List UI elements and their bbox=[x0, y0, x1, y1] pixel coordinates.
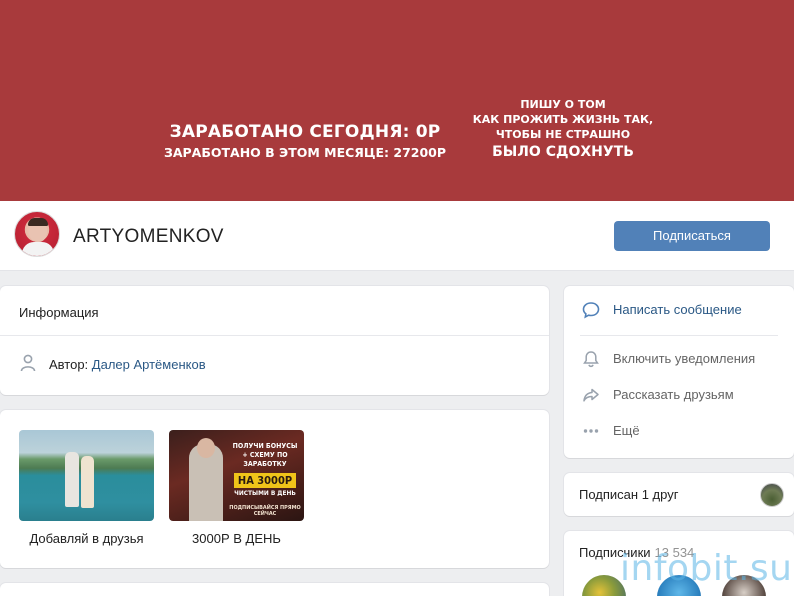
chat-bubble-icon bbox=[582, 302, 600, 319]
cover-banner: ЗАРАБОТАНО СЕГОДНЯ: 0Р ЗАРАБОТАНО В ЭТОМ… bbox=[0, 0, 794, 201]
author-link[interactable]: Далер Артёменков bbox=[92, 357, 206, 372]
profile-header: ARTYOMENKOV Подписаться bbox=[0, 201, 794, 271]
actions-card: Написать сообщение Включить уведомления … bbox=[564, 286, 794, 458]
notifications-action[interactable]: Включить уведомления bbox=[564, 347, 794, 371]
watermark: infobit.su bbox=[620, 548, 793, 589]
cover-slogan-line3: ЧТОБЫ НЕ СТРАШНО bbox=[495, 128, 631, 141]
share-arrow-icon bbox=[583, 388, 599, 402]
albums-card: Добавляй в друзья ПОЛУЧИ БОНУСЫ + СХЕМУ … bbox=[0, 410, 549, 568]
group-avatar[interactable] bbox=[14, 211, 60, 257]
avatar-hair bbox=[28, 218, 48, 226]
subscribe-button[interactable]: Подписаться bbox=[614, 221, 770, 251]
cover-slogan-line4: БЫЛО СДОХНУТЬ bbox=[492, 144, 634, 160]
friends-label[interactable]: Подписан 1 друг bbox=[579, 487, 678, 502]
promo-line: + СХЕМУ ПО ЗАРАБОТКУ bbox=[242, 451, 288, 468]
album-label[interactable]: 3000Р В ДЕНЬ bbox=[169, 531, 304, 546]
album-item[interactable]: ПОЛУЧИ БОНУСЫ + СХЕМУ ПО ЗАРАБОТКУ НА 30… bbox=[169, 430, 304, 546]
next-card bbox=[0, 583, 549, 596]
action-label[interactable]: Написать сообщение bbox=[613, 302, 742, 317]
promo-text: ПОЛУЧИ БОНУСЫ + СХЕМУ ПО ЗАРАБОТКУ НА 30… bbox=[227, 442, 303, 517]
album-thumbnail-promo[interactable]: ПОЛУЧИ БОНУСЫ + СХЕМУ ПО ЗАРАБОТКУ НА 30… bbox=[169, 430, 304, 521]
info-card: Информация Автор: Далер Артёменков bbox=[0, 286, 549, 395]
cover-slogan-line1: ПИШУ О ТОМ bbox=[520, 98, 606, 111]
divider bbox=[580, 335, 778, 336]
send-message-action[interactable]: Написать сообщение bbox=[564, 298, 794, 322]
action-label[interactable]: Рассказать друзьям bbox=[613, 387, 734, 402]
cover-slogan-line2: КАК ПРОЖИТЬ ЖИЗНЬ ТАК, bbox=[472, 113, 654, 126]
user-icon bbox=[20, 354, 36, 372]
person-figure bbox=[81, 456, 94, 508]
share-action[interactable]: Рассказать друзьям bbox=[564, 383, 794, 407]
album-label[interactable]: Добавляй в друзья bbox=[19, 531, 154, 546]
more-dots-icon bbox=[583, 429, 599, 433]
info-title: Информация bbox=[19, 305, 99, 320]
divider bbox=[0, 335, 549, 336]
action-label[interactable]: Включить уведомления bbox=[613, 351, 755, 366]
person-figure bbox=[65, 452, 79, 507]
promo-line: ЧИСТЫМИ В ДЕНЬ bbox=[234, 489, 296, 497]
friend-avatar[interactable] bbox=[760, 483, 784, 507]
friends-card[interactable]: Подписан 1 друг bbox=[564, 473, 794, 516]
album-item[interactable]: Добавляй в друзья bbox=[19, 430, 154, 546]
author-row: Автор: Далер Артёменков bbox=[49, 357, 206, 372]
action-label[interactable]: Ещё bbox=[613, 423, 640, 438]
person-head bbox=[197, 438, 215, 458]
bell-icon bbox=[583, 351, 599, 368]
group-name: ARTYOMENKOV bbox=[73, 226, 224, 247]
promo-highlight: НА 3000Р bbox=[233, 473, 297, 488]
promo-footer: ПОДПИСЫВАЙСЯ ПРЯМО СЕЙЧАС bbox=[229, 505, 301, 517]
more-action[interactable]: Ещё bbox=[564, 419, 794, 443]
avatar-body bbox=[22, 242, 54, 256]
cover-slogan: ПИШУ О ТОМ КАК ПРОЖИТЬ ЖИЗНЬ ТАК, ЧТОБЫ … bbox=[450, 97, 676, 160]
promo-line: ПОЛУЧИ БОНУСЫ bbox=[232, 442, 298, 450]
album-thumbnail-beach[interactable] bbox=[19, 430, 154, 521]
author-prefix: Автор: bbox=[49, 357, 89, 372]
